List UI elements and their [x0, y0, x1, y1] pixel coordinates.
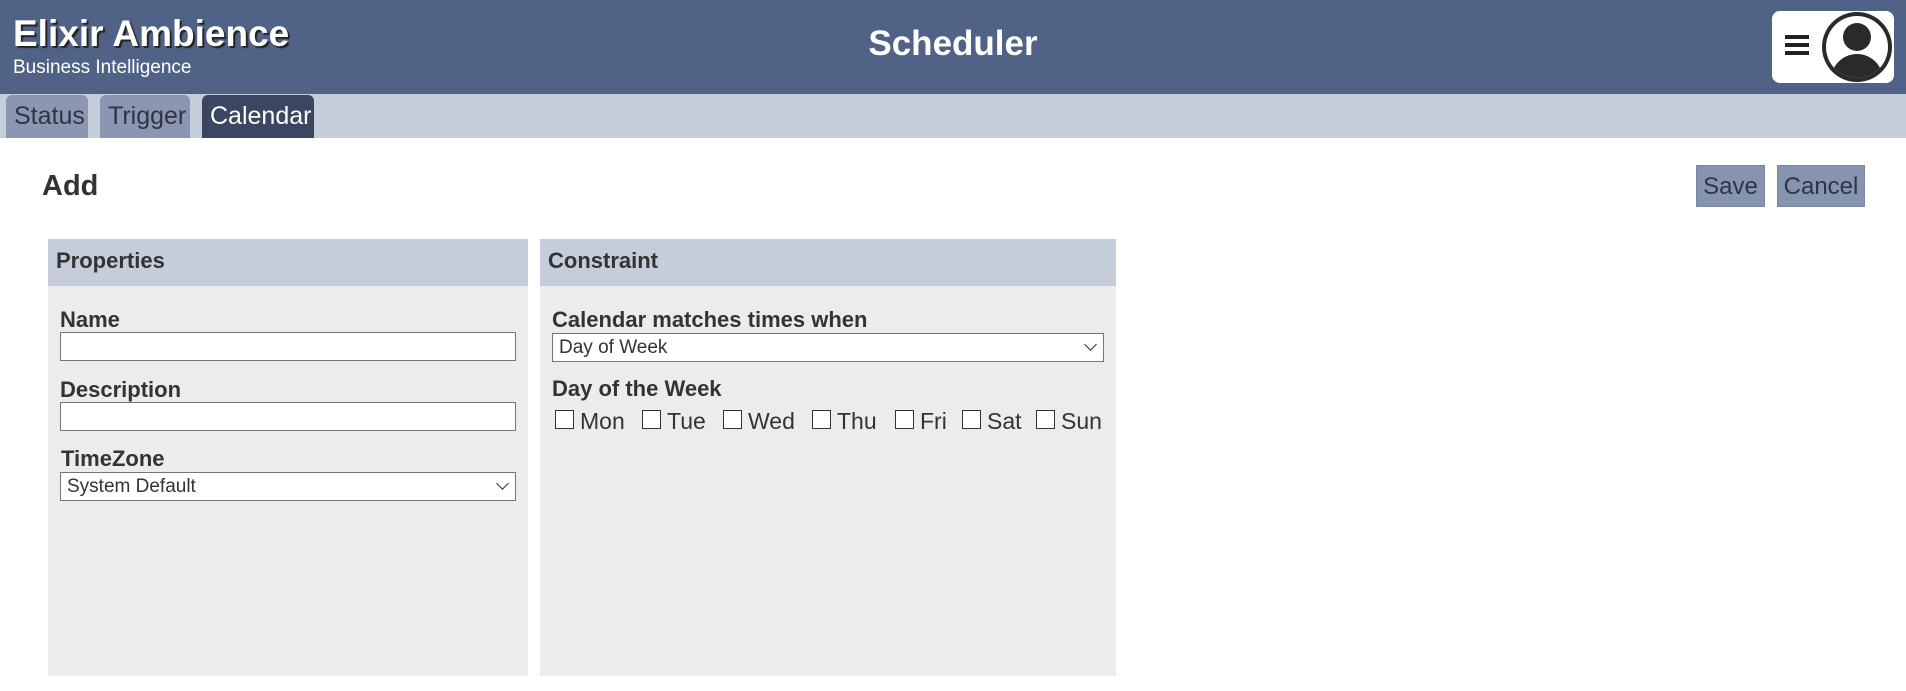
user-avatar-icon[interactable] — [1822, 12, 1892, 82]
checkbox-tue-label: Tue — [667, 408, 706, 434]
save-button[interactable]: Save — [1696, 165, 1765, 207]
properties-panel: Properties Name Description TimeZone Sys… — [48, 239, 528, 676]
checkbox-thu-label: Thu — [837, 408, 877, 434]
description-label: Description — [60, 377, 182, 402]
name-label: Name — [60, 307, 120, 332]
chevron-down-icon — [496, 477, 509, 490]
calendar-match-label: Calendar matches times when — [552, 307, 868, 332]
cancel-button[interactable]: Cancel — [1777, 165, 1865, 207]
properties-panel-title: Properties — [48, 239, 528, 286]
page-title: Add — [42, 170, 99, 202]
brand-title: Elixir Ambience — [13, 13, 290, 54]
calendar-match-select[interactable]: Day of Week — [552, 333, 1104, 362]
constraint-panel: Constraint Calendar matches times when D… — [540, 239, 1116, 676]
checkbox-box[interactable] — [895, 410, 914, 429]
timezone-label: TimeZone — [61, 446, 165, 471]
checkbox-wed-label: Wed — [748, 408, 795, 434]
checkbox-box[interactable] — [1036, 410, 1055, 429]
constraint-panel-title: Constraint — [540, 239, 1116, 286]
timezone-select-value: System Default — [67, 476, 196, 497]
checkbox-box[interactable] — [962, 410, 981, 429]
checkbox-fri-label: Fri — [920, 408, 947, 434]
checkbox-mon-label: Mon — [580, 408, 625, 434]
tab-status[interactable]: Status — [6, 95, 88, 138]
checkbox-sat-label: Sat — [987, 408, 1022, 434]
description-field[interactable] — [60, 402, 516, 431]
brand: Elixir Ambience Business Intelligence — [13, 12, 289, 79]
checkbox-box[interactable] — [555, 410, 574, 429]
checkbox-sun-label: Sun — [1061, 408, 1102, 434]
day-of-week-label: Day of the Week — [552, 376, 722, 401]
calendar-match-select-value: Day of Week — [559, 337, 668, 358]
chevron-down-icon — [1084, 338, 1097, 351]
name-field[interactable] — [60, 332, 516, 361]
checkbox-box[interactable] — [812, 410, 831, 429]
brand-subtitle: Business Intelligence — [13, 57, 192, 78]
timezone-select[interactable]: System Default — [60, 472, 516, 501]
tab-calendar[interactable]: Calendar — [202, 95, 314, 138]
checkbox-box[interactable] — [642, 410, 661, 429]
tab-trigger[interactable]: Trigger — [100, 95, 190, 138]
tab-bar: Status Trigger Calendar — [0, 94, 1906, 138]
app-header: Elixir Ambience Business Intelligence Sc… — [0, 0, 1906, 94]
hamburger-menu-icon[interactable] — [1782, 31, 1812, 61]
user-widget — [1772, 11, 1894, 83]
checkbox-box[interactable] — [723, 410, 742, 429]
